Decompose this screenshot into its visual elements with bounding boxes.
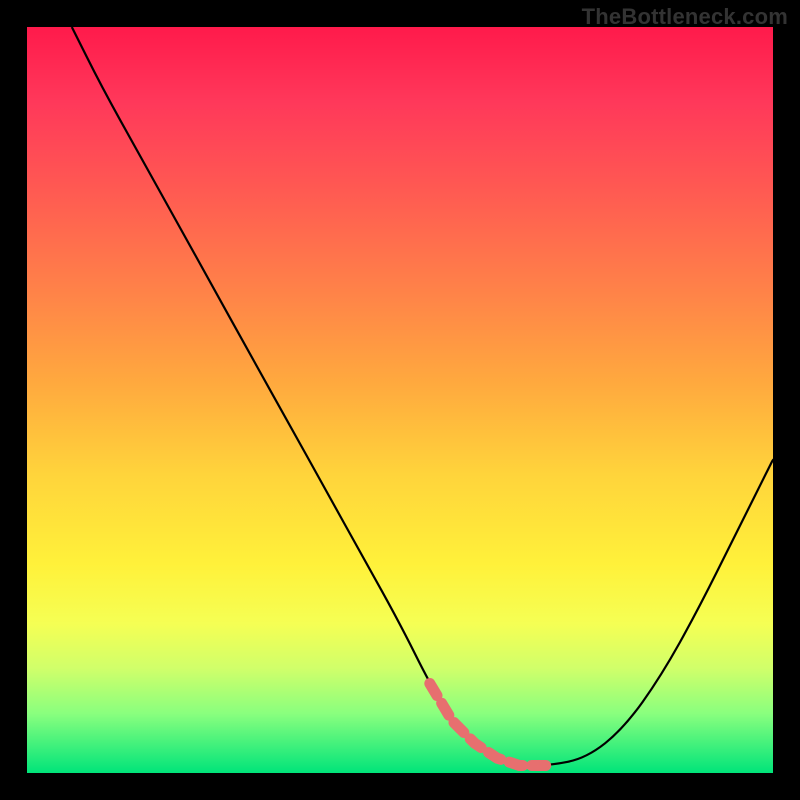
curve-highlight [430,684,549,766]
bottleneck-curve [27,27,773,773]
plot-area [27,27,773,773]
curve-path [72,27,773,766]
chart-frame: TheBottleneck.com [0,0,800,800]
